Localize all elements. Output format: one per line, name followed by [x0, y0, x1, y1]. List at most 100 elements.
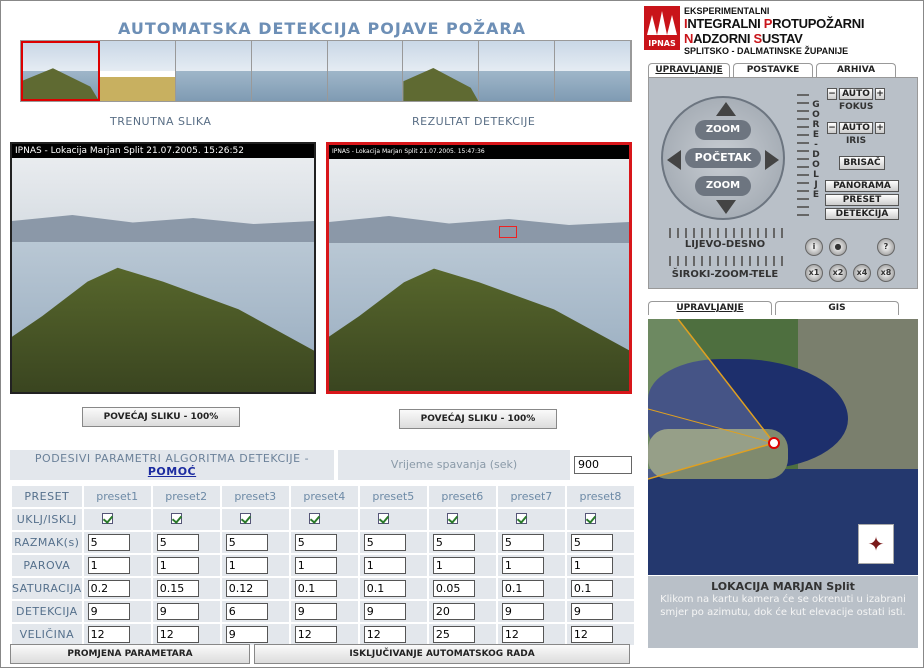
tab-gis[interactable]: GIS: [775, 301, 899, 315]
arrow-down-icon[interactable]: [716, 200, 736, 214]
pairs-input[interactable]: 1: [363, 557, 406, 574]
spacing-input[interactable]: 5: [501, 534, 544, 551]
thumbnail[interactable]: [175, 41, 252, 101]
auto-iris-button[interactable]: AUTO: [839, 122, 873, 134]
wiper-button[interactable]: BRISAČ: [839, 156, 885, 170]
speed-x8-button[interactable]: x8: [877, 264, 895, 282]
saturation-input[interactable]: 0.1: [570, 580, 613, 597]
detection-input[interactable]: 9: [294, 603, 337, 620]
preset-button[interactable]: PRESET: [825, 194, 899, 206]
auto-off-button[interactable]: ISKLJUČIVANJE AUTOMATSKOG RADA: [254, 644, 630, 664]
speed-x4-button[interactable]: x4: [853, 264, 871, 282]
enable-checkbox[interactable]: [101, 512, 113, 524]
spacing-input[interactable]: 5: [363, 534, 406, 551]
arrow-right-icon[interactable]: [765, 150, 779, 170]
preset-corner-header: PRESET: [10, 484, 84, 509]
enable-checkbox[interactable]: [377, 512, 389, 524]
thumbnail[interactable]: [21, 41, 100, 101]
speed-x2-button[interactable]: x2: [829, 264, 847, 282]
focus-plus-button[interactable]: +: [875, 88, 885, 100]
spacing-input[interactable]: 5: [432, 534, 475, 551]
focus-minus-button[interactable]: −: [827, 88, 837, 100]
thumbnail[interactable]: [555, 41, 631, 101]
thumbnail[interactable]: [251, 41, 328, 101]
detection-input[interactable]: 20: [432, 603, 475, 620]
size-input[interactable]: 25: [432, 626, 475, 643]
thumbnail[interactable]: [479, 41, 556, 101]
enable-checkbox[interactable]: [584, 512, 596, 524]
saturation-input[interactable]: 0.1: [501, 580, 544, 597]
table-row: DETEKCIJA 9 9 6 9 9 20 9 9: [10, 599, 637, 624]
help-link[interactable]: POMOĆ: [148, 465, 196, 478]
spacing-input[interactable]: 5: [225, 534, 268, 551]
tab-upravljanje[interactable]: UPRAVLJANJE: [648, 63, 730, 77]
panorama-button[interactable]: PANORAMA: [825, 180, 899, 192]
logo-line2: INTEGRALNI PROTUPOŽARNI NADZORNI SUSTAV: [684, 16, 865, 46]
zoom-in-button[interactable]: ZOOM: [695, 120, 751, 140]
tab-arhiva[interactable]: ARHIVA: [816, 63, 896, 77]
spacing-input[interactable]: 5: [294, 534, 337, 551]
enlarge-detection-button[interactable]: POVEĆAJ SLIKU - 100%: [399, 409, 557, 429]
size-input[interactable]: 12: [570, 626, 613, 643]
zoom-slider[interactable]: [663, 256, 787, 266]
pairs-input[interactable]: 1: [294, 557, 337, 574]
speed-x1-button[interactable]: x1: [805, 264, 823, 282]
iris-plus-button[interactable]: +: [875, 122, 885, 134]
spacing-input[interactable]: 5: [87, 534, 130, 551]
iris-minus-button[interactable]: −: [827, 122, 837, 134]
detection-input[interactable]: 9: [156, 603, 199, 620]
thumbnail[interactable]: [403, 41, 480, 101]
size-input[interactable]: 12: [156, 626, 199, 643]
saturation-input[interactable]: 0.2: [87, 580, 130, 597]
pairs-input[interactable]: 1: [87, 557, 130, 574]
enlarge-current-button[interactable]: POVEĆAJ SLIKU - 100%: [82, 407, 240, 427]
saturation-input[interactable]: 0.15: [156, 580, 199, 597]
size-input[interactable]: 12: [294, 626, 337, 643]
vertical-slider[interactable]: [797, 88, 809, 218]
saturation-input[interactable]: 0.12: [225, 580, 268, 597]
saturation-input[interactable]: 0.05: [432, 580, 475, 597]
table-row: VELIČINA 12 12 9 12 12 25 12 12: [10, 622, 637, 647]
pairs-input[interactable]: 1: [156, 557, 199, 574]
gis-map[interactable]: ✦: [648, 319, 918, 575]
thumbnail[interactable]: [327, 41, 404, 101]
spacing-input[interactable]: 5: [156, 534, 199, 551]
enable-checkbox[interactable]: [308, 512, 320, 524]
change-params-button[interactable]: PROMJENA PARAMETARA: [10, 644, 250, 664]
saturation-input[interactable]: 0.1: [363, 580, 406, 597]
help-icon[interactable]: ?: [877, 238, 895, 256]
top-tabs: UPRAVLJANJE POSTAVKE ARHIVA: [648, 63, 899, 77]
spacing-input[interactable]: 5: [570, 534, 613, 551]
detection-button[interactable]: DETEKCIJA: [825, 208, 899, 220]
enable-checkbox[interactable]: [446, 512, 458, 524]
enable-checkbox[interactable]: [515, 512, 527, 524]
size-input[interactable]: 9: [225, 626, 268, 643]
pairs-input[interactable]: 1: [225, 557, 268, 574]
enable-checkbox[interactable]: [239, 512, 251, 524]
arrow-left-icon[interactable]: [667, 150, 681, 170]
info-icon[interactable]: i: [805, 238, 823, 256]
sleep-input[interactable]: 900: [574, 456, 632, 474]
detection-input[interactable]: 9: [501, 603, 544, 620]
size-input[interactable]: 12: [501, 626, 544, 643]
thumbnail[interactable]: [99, 41, 176, 101]
pairs-input[interactable]: 1: [501, 557, 544, 574]
home-button[interactable]: POČETAK: [685, 148, 761, 168]
size-input[interactable]: 12: [363, 626, 406, 643]
arrow-up-icon[interactable]: [716, 102, 736, 116]
tab-postavke[interactable]: POSTAVKE: [733, 63, 813, 77]
zoom-out-button[interactable]: ZOOM: [695, 176, 751, 196]
record-icon[interactable]: ●: [829, 238, 847, 256]
detection-input[interactable]: 6: [225, 603, 268, 620]
detection-input[interactable]: 9: [87, 603, 130, 620]
pan-slider[interactable]: [663, 228, 787, 238]
detection-input[interactable]: 9: [363, 603, 406, 620]
pairs-input[interactable]: 1: [432, 557, 475, 574]
auto-focus-button[interactable]: AUTO: [839, 88, 873, 100]
saturation-input[interactable]: 0.1: [294, 580, 337, 597]
enable-checkbox[interactable]: [170, 512, 182, 524]
detection-input[interactable]: 9: [570, 603, 613, 620]
tab-upravljanje-bottom[interactable]: UPRAVLJANJE: [648, 301, 772, 315]
size-input[interactable]: 12: [87, 626, 130, 643]
pairs-input[interactable]: 1: [570, 557, 613, 574]
